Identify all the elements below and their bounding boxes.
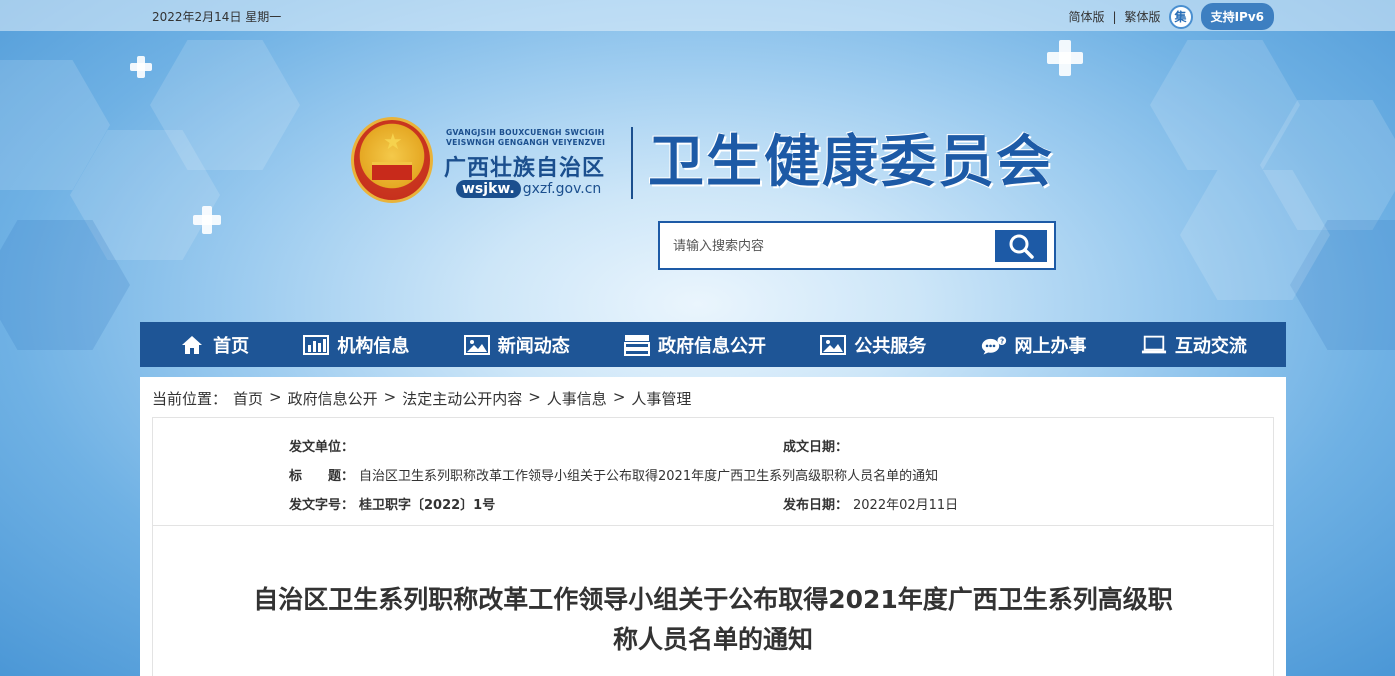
breadcrumb-home[interactable]: 首页	[233, 388, 263, 409]
ipv6-badge: 支持IPv6	[1200, 3, 1274, 30]
chat-icon: ?	[981, 333, 1007, 357]
top-links: 简体版 | 繁体版 集 支持IPv6	[1068, 3, 1274, 30]
zhuang-name-line1: GVANGJSIH BOUXCUENGH SWCIGIH	[446, 128, 605, 137]
current-date: 2022年2月14日 星期一	[152, 10, 282, 24]
document-title-line2: 称人员名单的通知	[612, 625, 813, 654]
nav-item-interaction[interactable]: 互动交流	[1141, 332, 1247, 358]
nav-label: 新闻动态	[497, 335, 570, 357]
nav-label: 机构信息	[337, 335, 410, 357]
search-input[interactable]	[667, 229, 995, 262]
national-emblem-icon: ★	[351, 117, 433, 203]
breadcrumb-separator: >	[269, 388, 282, 406]
main-navigation: 首页 机构信息 新闻动态 政府信息公开 公共服务 ? 网上办事 互动交流	[140, 322, 1286, 367]
issuer-label: 发文单位：	[289, 440, 355, 455]
gate-icon	[372, 162, 412, 180]
star-icon: ★	[383, 130, 403, 155]
plus-decoration-icon	[1047, 40, 1083, 76]
date-written-label: 成文日期：	[783, 440, 849, 455]
domain-prefix: wsjkw.	[456, 180, 521, 198]
breadcrumb-personnel-mgmt[interactable]: 人事管理	[631, 388, 691, 409]
nav-label: 政府信息公开	[657, 335, 766, 357]
doc-number-label: 发文字号：	[289, 498, 355, 513]
nav-item-news[interactable]: 新闻动态	[463, 332, 570, 358]
svg-text:?: ?	[1000, 337, 1004, 345]
server-icon	[623, 333, 650, 357]
document-metadata: 发文单位： 成文日期： 标 题： 自治区卫生系列职称改革工作领导小组关于公布取得…	[152, 417, 1274, 526]
home-icon	[179, 333, 205, 357]
search-icon	[1009, 234, 1034, 259]
breadcrumb-personnel-info[interactable]: 人事信息	[547, 388, 607, 409]
content-area: 当前位置： 首页 > 政府信息公开 > 法定主动公开内容 > 人事信息 > 人事…	[140, 377, 1286, 676]
bar-chart-icon	[303, 333, 330, 357]
domain-suffix: gxzf.gov.cn	[522, 181, 602, 197]
nav-item-gov-info[interactable]: 政府信息公开	[623, 332, 766, 358]
nav-label: 首页	[213, 335, 250, 357]
nav-item-online-service[interactable]: ? 网上办事	[981, 332, 1087, 358]
search-bar	[658, 221, 1056, 270]
title-value: 自治区卫生系列职称改革工作领导小组关于公布取得2021年度广西卫生系列高级职称人…	[359, 469, 939, 484]
breadcrumb: 当前位置： 首页 > 政府信息公开 > 法定主动公开内容 > 人事信息 > 人事…	[152, 388, 691, 409]
zhuang-name: GVANGJSIH BOUXCUENGH SWCIGIH VEISWNGH GE…	[446, 128, 612, 148]
document-title-line1: 自治区卫生系列职称改革工作领导小组关于公布取得2021年度广西卫生系列高级职	[253, 585, 1173, 614]
nav-item-public-service[interactable]: 公共服务	[820, 332, 926, 358]
top-bar: 2022年2月14日 星期一 简体版 | 繁体版 集 支持IPv6	[0, 0, 1395, 31]
accessibility-icon[interactable]: 集	[1168, 4, 1193, 29]
image-icon	[463, 333, 490, 357]
plus-decoration-icon	[130, 56, 152, 78]
nav-label: 网上办事	[1014, 335, 1087, 357]
breadcrumb-prefix: 当前位置：	[152, 390, 228, 408]
publish-date-value: 2022年02月11日	[853, 498, 959, 513]
publish-date-label: 发布日期：	[783, 498, 849, 513]
breadcrumb-separator: >	[383, 388, 397, 406]
breadcrumb-gov-info[interactable]: 政府信息公开	[288, 388, 378, 409]
zhuang-name-line2: VEISWNGH GENGANGH VEIYENZVEI	[446, 138, 606, 147]
search-button[interactable]	[995, 229, 1047, 262]
traditional-chinese-link[interactable]: 繁体版	[1125, 8, 1161, 25]
document-body: 自治区卫生系列职称改革工作领导小组关于公布取得2021年度广西卫生系列高级职 称…	[152, 525, 1274, 676]
title-label: 标 题：	[289, 469, 355, 484]
laptop-icon	[1141, 333, 1167, 357]
nav-item-organization[interactable]: 机构信息	[303, 332, 409, 358]
document-title: 自治区卫生系列职称改革工作领导小组关于公布取得2021年度广西卫生系列高级职 称…	[193, 580, 1233, 660]
site-domain: wsjkw. gxzf.gov.cn	[456, 180, 601, 198]
picture-icon	[820, 333, 847, 357]
breadcrumb-separator: >	[612, 388, 626, 406]
region-name: 广西壮族自治区	[444, 155, 606, 181]
nav-label: 公共服务	[854, 335, 927, 357]
plus-decoration-icon	[193, 206, 221, 234]
site-title[interactable]: 卫生健康委员会	[648, 128, 1054, 196]
nav-item-home[interactable]: 首页	[179, 332, 249, 358]
link-divider: |	[1112, 9, 1117, 24]
breadcrumb-separator: >	[528, 388, 541, 406]
doc-number-value: 桂卫职字〔2022〕1号	[359, 498, 496, 513]
simplified-chinese-link[interactable]: 简体版	[1068, 8, 1104, 25]
logo-divider	[631, 127, 633, 199]
breadcrumb-statutory[interactable]: 法定主动公开内容	[402, 388, 522, 409]
nav-label: 互动交流	[1174, 335, 1247, 357]
